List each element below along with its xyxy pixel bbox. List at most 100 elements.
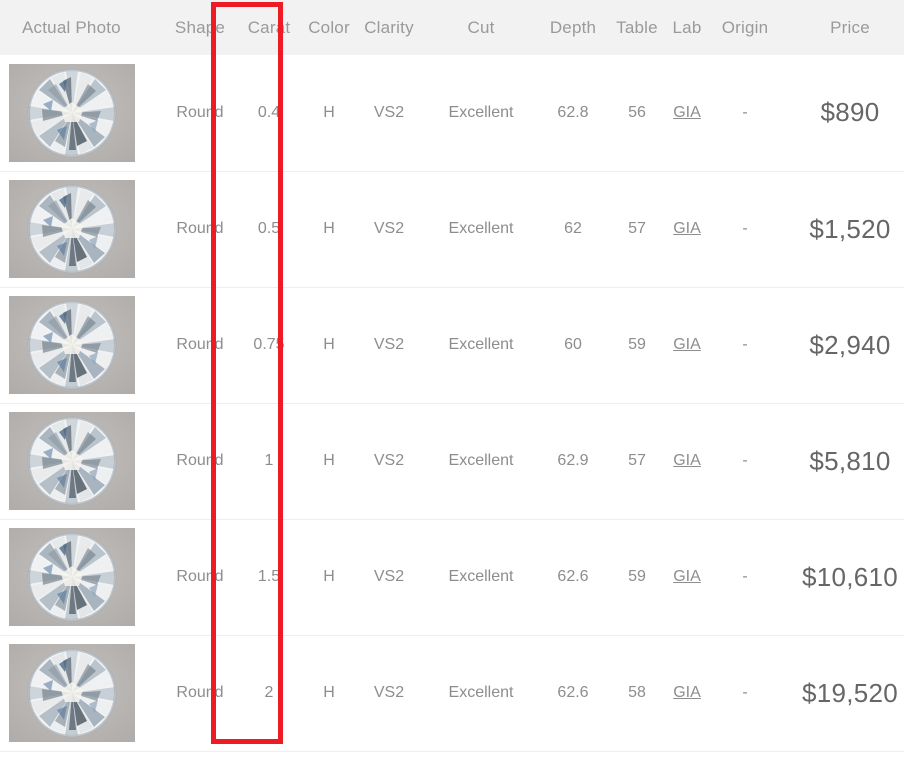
price-value: $1,520 bbox=[809, 213, 891, 244]
column-header-clarity[interactable]: Clarity bbox=[353, 0, 425, 55]
cell-shape: Round bbox=[176, 568, 224, 585]
table-row[interactable]: Round 0.4 H VS2 Excellent 62.8 56 GIA - $890 bbox=[0, 55, 904, 171]
origin-empty-value: - bbox=[742, 568, 748, 585]
cell-lab: GIA bbox=[665, 55, 709, 171]
cell-color: H bbox=[323, 103, 335, 121]
table-row[interactable]: Round 1 H VS2 Excellent 62.9 57 GIA - $5,810 bbox=[0, 403, 904, 519]
cell-origin: - bbox=[709, 403, 781, 519]
cell-clarity: VS2 bbox=[373, 336, 405, 353]
cell-depth: 60 bbox=[564, 336, 582, 353]
column-header-shape[interactable]: Shape bbox=[167, 0, 233, 55]
table-header: Actual Photo Shape Carat Color Clarity C… bbox=[0, 0, 904, 55]
cell-lab: GIA bbox=[665, 519, 709, 635]
cell-table: 57 bbox=[628, 452, 646, 469]
cell-origin: - bbox=[709, 55, 781, 171]
lab-certificate-link[interactable]: GIA bbox=[673, 104, 701, 121]
cell-depth: 62.9 bbox=[557, 452, 589, 469]
column-header-cut[interactable]: Cut bbox=[425, 0, 537, 55]
diamond-photo[interactable] bbox=[9, 528, 135, 626]
cell-price: $890 bbox=[781, 55, 904, 171]
cell-cut: Excellent bbox=[448, 336, 514, 353]
cell-actual-photo[interactable] bbox=[0, 171, 167, 287]
cell-carat: 0.5 bbox=[257, 220, 281, 237]
column-header-depth[interactable]: Depth bbox=[537, 0, 609, 55]
table-row[interactable]: Round 2 H VS2 Excellent 62.6 58 GIA - $19,520 bbox=[0, 635, 904, 751]
cell-price: $2,940 bbox=[781, 287, 904, 403]
cell-cut: Excellent bbox=[448, 103, 514, 121]
cell-lab: GIA bbox=[665, 403, 709, 519]
diamond-photo[interactable] bbox=[9, 296, 135, 394]
column-header-origin[interactable]: Origin bbox=[709, 0, 781, 55]
cell-carat: 0.75 bbox=[253, 336, 285, 353]
diamond-comparison-table: Actual Photo Shape Carat Color Clarity C… bbox=[0, 0, 904, 752]
diamond-photo[interactable] bbox=[9, 180, 135, 278]
column-header-color[interactable]: Color bbox=[305, 0, 353, 55]
cell-shape: Round bbox=[176, 684, 224, 701]
lab-certificate-link[interactable]: GIA bbox=[673, 452, 701, 469]
cell-depth: 62.6 bbox=[557, 568, 589, 585]
cell-cut: Excellent bbox=[448, 220, 514, 237]
price-value: $10,610 bbox=[801, 561, 899, 592]
cell-clarity: VS2 bbox=[373, 452, 405, 469]
cell-actual-photo[interactable] bbox=[0, 55, 167, 171]
cell-lab: GIA bbox=[665, 171, 709, 287]
cell-actual-photo[interactable] bbox=[0, 519, 167, 635]
diamond-photo[interactable] bbox=[9, 412, 135, 510]
cell-price: $10,610 bbox=[781, 519, 904, 635]
price-value: $890 bbox=[820, 97, 880, 128]
cell-color: H bbox=[323, 336, 335, 353]
cell-origin: - bbox=[709, 171, 781, 287]
cell-clarity: VS2 bbox=[373, 568, 405, 585]
cell-color: H bbox=[323, 684, 335, 701]
price-value: $5,810 bbox=[809, 445, 891, 476]
cell-shape: Round bbox=[176, 103, 224, 121]
origin-empty-value: - bbox=[742, 103, 748, 121]
column-header-actual-photo[interactable]: Actual Photo bbox=[0, 0, 167, 55]
origin-empty-value: - bbox=[742, 220, 748, 237]
cell-price: $19,520 bbox=[781, 635, 904, 751]
origin-empty-value: - bbox=[742, 336, 748, 353]
cell-table: 56 bbox=[628, 103, 646, 121]
cell-cut: Excellent bbox=[448, 452, 514, 469]
cell-shape: Round bbox=[176, 452, 224, 469]
lab-certificate-link[interactable]: GIA bbox=[673, 220, 701, 237]
origin-empty-value: - bbox=[742, 684, 748, 701]
cell-shape: Round bbox=[176, 220, 224, 237]
diamond-photo[interactable] bbox=[9, 63, 135, 162]
price-value: $19,520 bbox=[801, 677, 899, 708]
cell-color: H bbox=[323, 452, 335, 469]
lab-certificate-link[interactable]: GIA bbox=[673, 684, 701, 701]
cell-actual-photo[interactable] bbox=[0, 403, 167, 519]
cell-actual-photo[interactable] bbox=[0, 287, 167, 403]
cell-origin: - bbox=[709, 635, 781, 751]
cell-lab: GIA bbox=[665, 635, 709, 751]
column-header-lab[interactable]: Lab bbox=[665, 0, 709, 55]
table-row[interactable]: Round 0.5 H VS2 Excellent 62 57 GIA - $1,520 bbox=[0, 171, 904, 287]
lab-certificate-link[interactable]: GIA bbox=[673, 336, 701, 353]
cell-table: 59 bbox=[628, 568, 646, 585]
cell-color: H bbox=[323, 220, 335, 237]
table-row[interactable]: Round 0.75 H VS2 Excellent 60 59 GIA - $2,940 bbox=[0, 287, 904, 403]
cell-table: 59 bbox=[628, 336, 646, 353]
cell-clarity: VS2 bbox=[373, 220, 405, 237]
cell-table: 57 bbox=[628, 220, 646, 237]
cell-price: $5,810 bbox=[781, 403, 904, 519]
lab-certificate-link[interactable]: GIA bbox=[673, 568, 701, 585]
table-header-row: Actual Photo Shape Carat Color Clarity C… bbox=[0, 0, 904, 55]
column-header-price[interactable]: Price bbox=[781, 0, 904, 55]
table-body: Round 0.4 H VS2 Excellent 62.8 56 GIA - $890 bbox=[0, 55, 904, 751]
column-header-carat[interactable]: Carat bbox=[233, 0, 305, 55]
cell-carat: 1.5 bbox=[257, 568, 281, 585]
column-header-table[interactable]: Table bbox=[609, 0, 665, 55]
cell-cut: Excellent bbox=[448, 684, 514, 701]
cell-price: $1,520 bbox=[781, 171, 904, 287]
cell-shape: Round bbox=[176, 336, 224, 353]
table-row[interactable]: Round 1.5 H VS2 Excellent 62.6 59 GIA - $10,610 bbox=[0, 519, 904, 635]
cell-depth: 62.6 bbox=[557, 684, 589, 701]
diamond-photo[interactable] bbox=[9, 644, 135, 742]
price-value: $2,940 bbox=[809, 329, 891, 360]
cell-color: H bbox=[323, 568, 335, 585]
cell-carat: 0.4 bbox=[257, 103, 281, 121]
cell-actual-photo[interactable] bbox=[0, 635, 167, 751]
cell-cut: Excellent bbox=[448, 568, 514, 585]
